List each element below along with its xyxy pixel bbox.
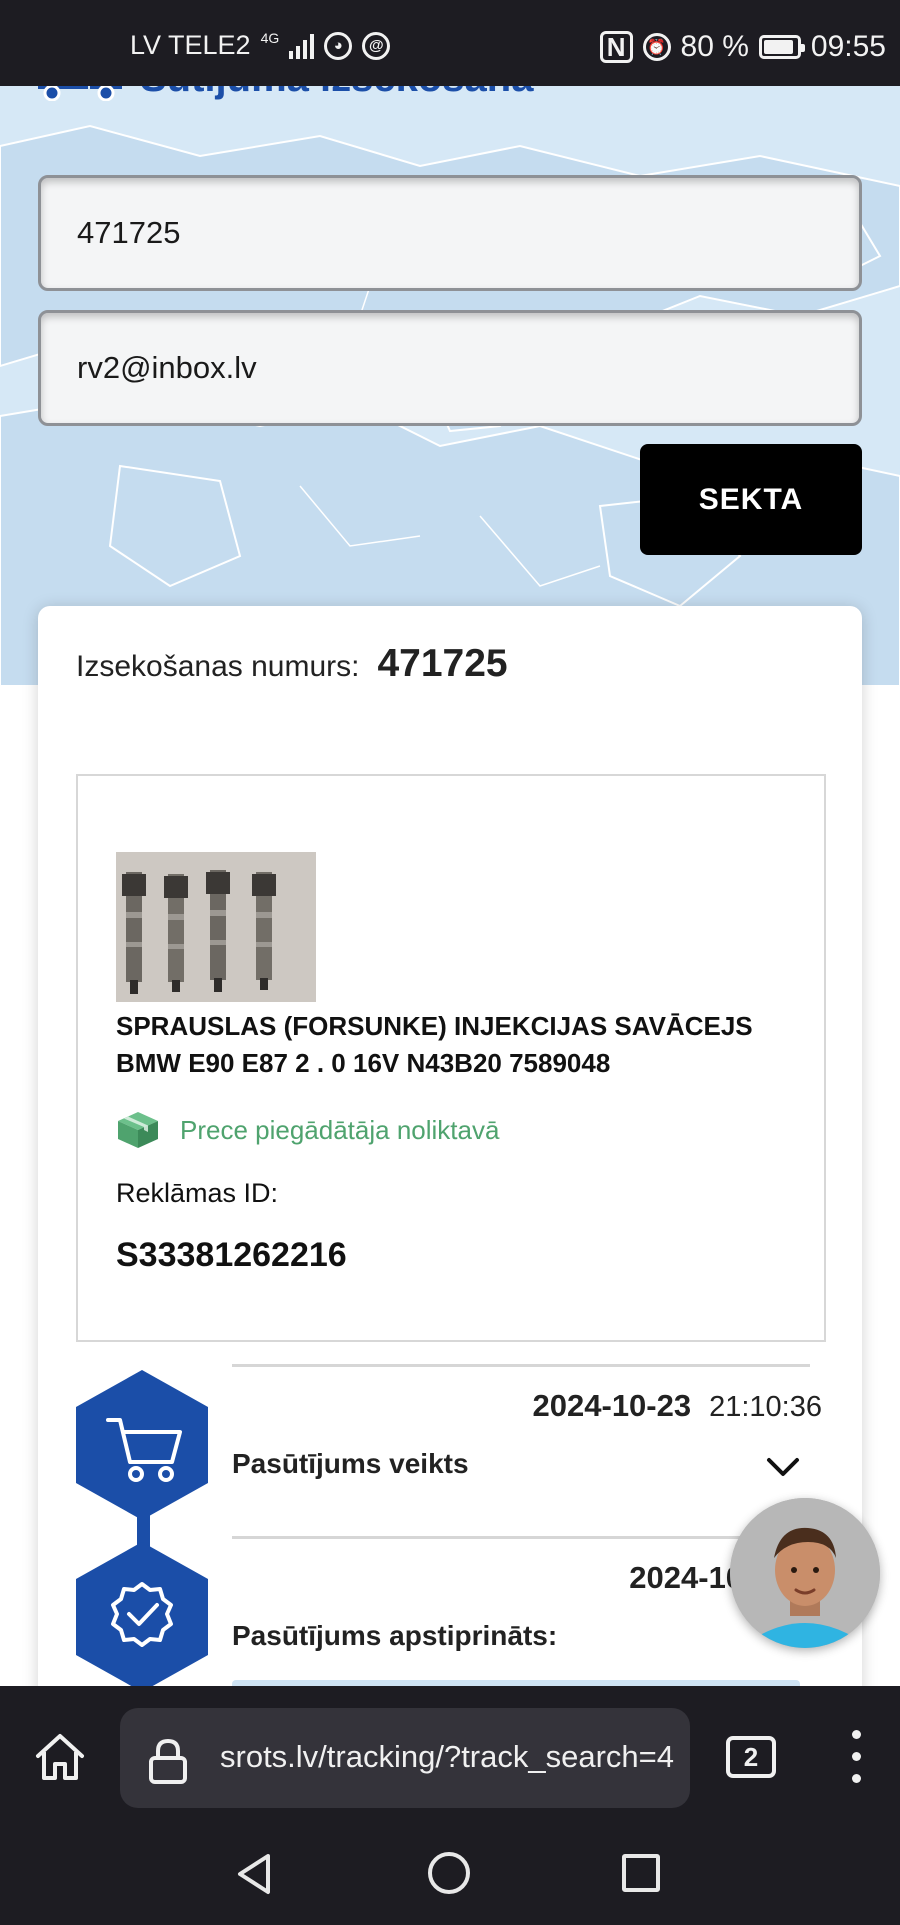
step-time: 21:10:36 (709, 1391, 822, 1423)
product-title[interactable]: SPRAUSLAS (FORSUNKE) INJEKCIJAS SAVĀCEJS… (116, 1008, 796, 1082)
stock-status-text: Prece piegādātāja noliktavā (180, 1114, 500, 1145)
lock-icon[interactable] (148, 1738, 188, 1784)
carrier-label: LV TELE2 (130, 30, 251, 60)
back-icon[interactable] (234, 1852, 274, 1896)
battery-icon (758, 35, 805, 59)
email-input[interactable]: rv2@inbox.lv (38, 310, 862, 426)
ad-id-label: Reklāmas ID: (116, 1178, 279, 1208)
clock: 09:55 (810, 30, 886, 63)
search-button[interactable]: SEKTA (640, 444, 862, 555)
home-circle-icon[interactable] (428, 1852, 470, 1894)
step-title: Pasūtījums apstiprināts: (232, 1620, 558, 1651)
more-options-icon[interactable] (846, 1730, 866, 1786)
brand-title: Sūtījuma izsekošana (140, 86, 533, 101)
person-avatar-image (730, 1498, 880, 1648)
address-bar[interactable]: srots.lv/tracking/?track_search=4 (120, 1708, 690, 1808)
email-value: rv2@inbox.lv (77, 350, 257, 385)
alarm-icon: ⏰ (642, 33, 671, 61)
step-divider (232, 1536, 810, 1539)
truck-logo-icon (38, 86, 122, 101)
recent-apps-icon[interactable] (622, 1854, 660, 1892)
tab-switcher-button[interactable]: 2 (726, 1736, 776, 1778)
status-left: LV TELE2 4G ◕ @ (130, 29, 391, 61)
step-datetime: 2024-10-23 21:10:36 (533, 1388, 822, 1424)
step-title: Pasūtījums veikts (232, 1448, 469, 1479)
vpn-mask-icon: ◕ (324, 31, 353, 60)
at-sign-icon: @ (362, 31, 391, 60)
browser-toolbar: srots.lv/tracking/?track_search=4 2 (0, 1686, 900, 1826)
tracking-number-display: 471725 (377, 642, 508, 685)
ad-id-value: S33381262216 (116, 1236, 347, 1274)
tracking-number-row: Izsekošanas numurs: 471725 (76, 642, 508, 686)
system-nav-bar (0, 1826, 900, 1925)
chevron-down-icon[interactable] (766, 1456, 800, 1478)
injectors-photo (116, 852, 316, 1002)
brand-header: Sūtījuma izsekošana (36, 86, 556, 104)
status-bar: LV TELE2 4G ◕ @ N ⏰ 80 % 09:55 (0, 0, 900, 86)
tracking-number-input[interactable]: 471725 (38, 175, 862, 291)
signal-icon (289, 33, 315, 59)
package-box-icon (118, 1112, 158, 1148)
tracking-number-label: Izsekošanas numurs: (76, 650, 360, 683)
home-icon[interactable] (34, 1732, 86, 1782)
verified-badge-icon (76, 1542, 208, 1692)
product-box: SPRAUSLAS (FORSUNKE) INJEKCIJAS SAVĀCEJS… (76, 774, 826, 1342)
support-chat-avatar[interactable] (730, 1498, 880, 1648)
nfc-icon: N (599, 31, 633, 63)
product-image[interactable] (116, 852, 316, 1002)
step-date: 2024-10-23 (532, 1388, 692, 1423)
step-divider (232, 1364, 810, 1367)
network-type-label: 4G (260, 29, 280, 46)
battery-percent: 80 % (680, 30, 749, 63)
status-right: N ⏰ 80 % 09:55 (599, 30, 886, 64)
tracking-number-value: 471725 (77, 215, 181, 250)
stock-status: Prece piegādātāja noliktavā (116, 1110, 499, 1150)
timeline-step-ordered[interactable]: 2024-10-23 21:10:36 Pasūtījums veikts (38, 1364, 862, 1534)
cart-icon (76, 1370, 208, 1520)
url-text: srots.lv/tracking/?track_search=4 (220, 1739, 674, 1774)
